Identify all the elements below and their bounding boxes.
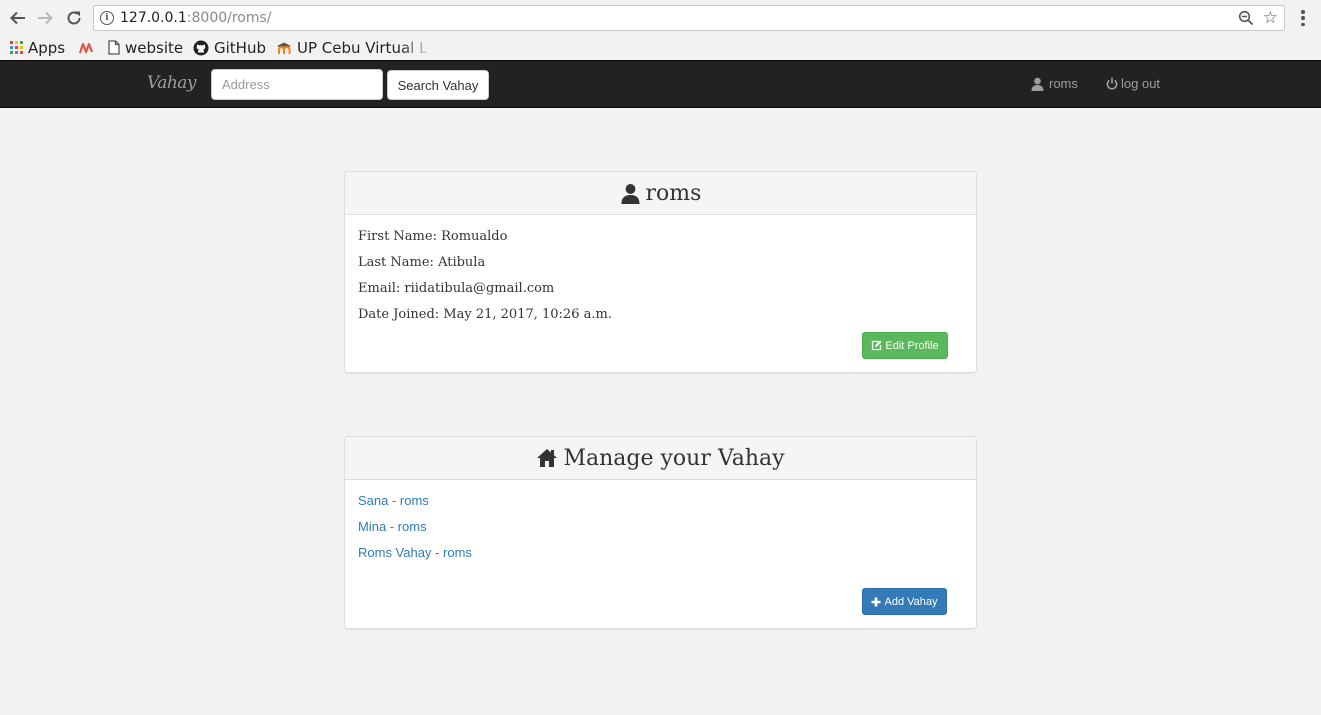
plus-icon: [871, 597, 881, 607]
bookmark-label: GitHub: [214, 38, 266, 57]
bookmark-label: UP Cebu Virtual L: [297, 38, 428, 57]
user-link-label: roms: [1049, 76, 1078, 91]
bookmarks-bar: Apps website GitHub UP Cebu Virtual L: [0, 35, 1321, 60]
m-logo-icon: [79, 42, 95, 54]
bookmark-label: website: [125, 38, 184, 57]
bookmark-up-cebu[interactable]: UP Cebu Virtual L: [276, 38, 427, 57]
url-text: 127.0.0.1:8000/roms/: [120, 10, 272, 26]
bookmark-github[interactable]: GitHub: [193, 38, 266, 57]
search-vahay-button[interactable]: Search Vahay: [387, 70, 489, 100]
site-navbar: Vahay Search Vahay roms log out: [0, 60, 1321, 108]
vahay-link-sana[interactable]: Sana - roms: [358, 493, 429, 508]
moodle-icon: [276, 41, 292, 55]
info-icon[interactable]: i: [100, 11, 114, 25]
profile-title: roms: [645, 180, 702, 206]
edit-icon: [871, 340, 882, 351]
bookmark-m-logo[interactable]: [79, 38, 100, 57]
edit-profile-button[interactable]: Edit Profile: [862, 332, 948, 359]
email-text: Email: riidatibula@gmail.com: [358, 281, 555, 296]
profile-panel-heading: roms: [345, 172, 976, 215]
back-arrow-icon[interactable]: [7, 7, 29, 29]
zoom-icon[interactable]: [1238, 10, 1254, 31]
browser-toolbar: i 127.0.0.1:8000/roms/ ☆: [0, 0, 1321, 35]
user-profile-link[interactable]: roms: [1031, 76, 1078, 91]
first-name-text: First Name: Romualdo: [358, 229, 508, 244]
date-joined-text: Date Joined: May 21, 2017, 10:26 a.m.: [358, 307, 612, 322]
power-icon: [1106, 77, 1118, 90]
vahay-link-mina[interactable]: Mina - roms: [358, 519, 427, 534]
vahay-link-roms-vahay[interactable]: Roms Vahay - roms: [358, 545, 472, 560]
home-icon: [536, 448, 558, 468]
logout-link-label: log out: [1121, 76, 1161, 91]
forward-arrow-icon[interactable]: [34, 7, 56, 29]
logout-link[interactable]: log out: [1106, 76, 1160, 91]
page-icon: [108, 40, 120, 55]
user-icon: [1031, 77, 1044, 91]
address-bar[interactable]: i 127.0.0.1:8000/roms/ ☆: [93, 5, 1285, 31]
bookmark-apps[interactable]: Apps: [10, 38, 65, 57]
browser-menu-icon[interactable]: [1296, 8, 1310, 28]
add-vahay-label: Add Vahay: [884, 595, 938, 608]
manage-vahay-panel: Manage your Vahay Sana - roms Mina - rom…: [344, 436, 977, 629]
github-icon: [193, 40, 209, 56]
bookmark-label: Apps: [28, 38, 66, 57]
profile-panel: roms First Name: Romualdo Last Name: Ati…: [344, 171, 977, 373]
edit-profile-label: Edit Profile: [885, 339, 939, 352]
add-vahay-button[interactable]: Add Vahay: [862, 588, 947, 615]
bookmark-star-icon[interactable]: ☆: [1263, 9, 1278, 27]
manage-panel-heading: Manage your Vahay: [345, 437, 976, 480]
bookmark-website[interactable]: website: [108, 38, 183, 57]
reload-icon[interactable]: [63, 7, 85, 29]
brand-logo[interactable]: Vahay: [147, 73, 197, 93]
manage-title: Manage your Vahay: [563, 445, 785, 471]
address-search-input[interactable]: [211, 69, 383, 100]
last-name-text: Last Name: Atibula: [358, 255, 486, 270]
user-icon: [620, 183, 641, 204]
apps-grid-icon: [10, 41, 23, 54]
